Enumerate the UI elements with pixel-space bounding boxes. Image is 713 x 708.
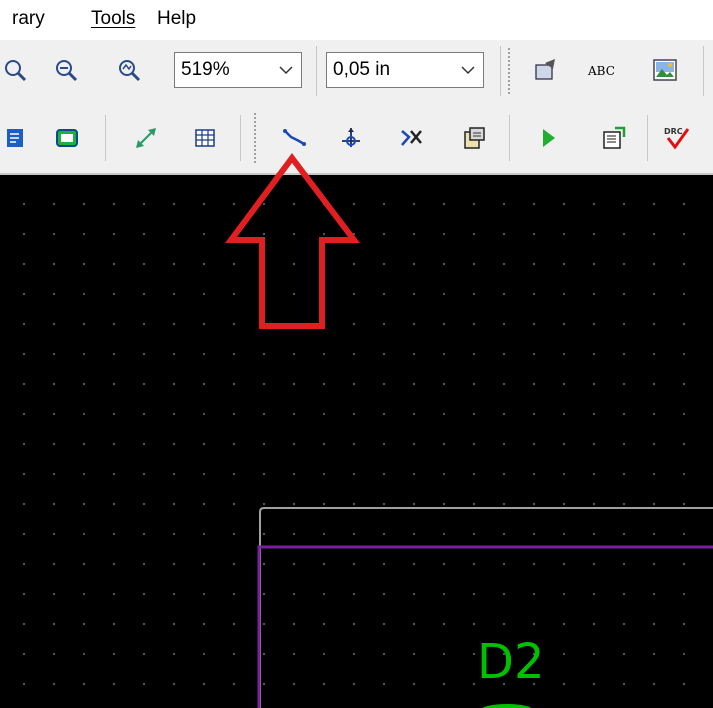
annotation-arrow	[225, 152, 361, 329]
red-arrow-icon	[225, 152, 361, 329]
